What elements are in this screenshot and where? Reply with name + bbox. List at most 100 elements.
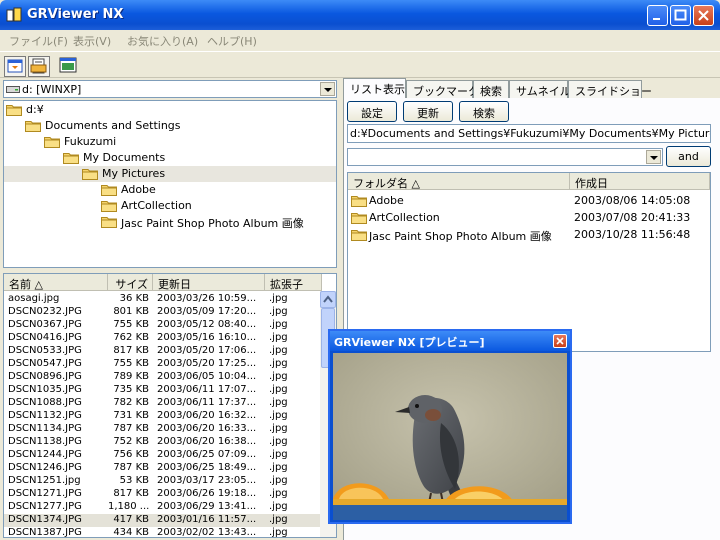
file-name: aosagi.jpg — [8, 293, 60, 304]
tree-node[interactable]: Jasc Paint Shop Photo Album 画像 — [4, 214, 336, 230]
file-row[interactable]: DSCN1271.JPG 817 KB 2003/06/26 19:18... .jp… — [4, 488, 322, 501]
file-modified: 2003/06/11 17:07... — [157, 384, 257, 395]
tree-view-button[interactable] — [4, 56, 26, 77]
title-bar[interactable]: GRViewer NX — [0, 0, 720, 30]
close-button[interactable] — [693, 5, 714, 26]
maximize-button[interactable] — [670, 5, 691, 26]
drive-select[interactable]: d: [WINXP] — [3, 80, 337, 98]
file-name: DSCN0232.JPG — [8, 306, 82, 317]
file-row[interactable]: DSCN0416.JPG 762 KB 2003/05/16 16:10... .jp… — [4, 332, 322, 345]
file-row[interactable]: DSCN0232.JPG 801 KB 2003/05/09 17:20... .jp… — [4, 306, 322, 319]
file-extension: .jpg — [269, 488, 288, 499]
file-modified: 2003/06/05 10:04... — [157, 371, 257, 382]
col-extension[interactable]: 拡張子 — [265, 274, 322, 291]
settings-button[interactable]: 設定 — [347, 101, 397, 122]
folder-icon — [351, 230, 367, 241]
tree-node[interactable]: Fukuzumi — [4, 134, 336, 150]
folder-name: Jasc Paint Shop Photo Album 画像 — [369, 230, 552, 243]
tab-list-view[interactable]: リスト表示 — [343, 78, 406, 99]
preview-title-bar[interactable]: GRViewer NX [プレビュー] — [330, 331, 570, 351]
file-list: 名前 △ サイズ 更新日 拡張子 aosagi.jpg 36 KB 2003/03/… — [3, 273, 337, 538]
menu-view[interactable]: 表示(V) — [73, 33, 111, 49]
tree-node-label: Documents and Settings — [45, 119, 181, 132]
chevron-down-icon[interactable] — [646, 150, 661, 164]
tree-node[interactable]: My Documents — [4, 150, 336, 166]
file-row[interactable]: DSCN1134.JPG 787 KB 2003/06/20 16:33... .jp… — [4, 423, 322, 436]
tree-node[interactable]: My Pictures — [4, 166, 336, 182]
tab-search[interactable]: 検索 — [473, 80, 509, 98]
tab-slideshow[interactable]: スライドショー — [568, 80, 652, 98]
menu-favorites[interactable]: お気に入り(A) — [127, 33, 198, 49]
minimize-icon — [653, 18, 660, 20]
tree-node[interactable]: Documents and Settings — [4, 118, 336, 134]
minimize-button[interactable] — [647, 5, 668, 26]
file-extension: .jpg — [269, 423, 288, 434]
file-modified: 2003/06/26 19:18... — [157, 488, 257, 499]
col-folder-name[interactable]: フォルダ名 △ — [348, 173, 570, 190]
col-name[interactable]: 名前 △ — [4, 274, 108, 291]
file-extension: .jpg — [269, 319, 288, 330]
file-row[interactable]: DSCN1251.jpg 53 KB 2003/03/17 23:05... .jpg — [4, 475, 322, 488]
refresh-button[interactable]: 更新 — [403, 101, 453, 122]
print-list-button[interactable] — [28, 56, 50, 77]
search-input[interactable] — [347, 148, 663, 166]
folder-row[interactable]: Adobe 2003/08/06 14:05:08 — [348, 192, 710, 209]
file-row[interactable]: DSCN1132.JPG 731 KB 2003/06/20 16:32... .jp… — [4, 410, 322, 423]
file-row[interactable]: DSCN1246.JPG 787 KB 2003/06/25 18:49... .jp… — [4, 462, 322, 475]
col-modified[interactable]: 更新日 — [153, 274, 265, 291]
file-row[interactable]: DSCN0533.JPG 817 KB 2003/05/20 17:06... .jp… — [4, 345, 322, 358]
file-row[interactable]: DSCN1374.JPG 417 KB 2003/01/16 11:57... .jp… — [4, 514, 322, 527]
folder-icon — [82, 169, 98, 180]
folder-icon — [6, 105, 22, 116]
file-size: 817 KB — [113, 345, 149, 356]
file-modified: 2003/05/20 17:25... — [157, 358, 257, 369]
tree-node[interactable]: d:¥ — [4, 102, 336, 118]
scroll-up-button[interactable] — [320, 291, 336, 308]
file-row[interactable]: DSCN1387.JPG 434 KB 2003/02/02 13:43... .jp… — [4, 527, 322, 537]
menu-file[interactable]: ファイル(F) — [9, 33, 68, 49]
folder-row[interactable]: Jasc Paint Shop Photo Album 画像 2003/10/28… — [348, 226, 710, 243]
drive-icon — [6, 86, 20, 93]
search-button[interactable]: 検索 — [459, 101, 509, 122]
file-name: DSCN1138.JPG — [8, 436, 82, 447]
folder-row[interactable]: ArtCollection 2003/07/08 20:41:33 — [348, 209, 710, 226]
tab-strip: リスト表示 ブックマーク 検索 サムネイル スライドショー — [343, 78, 720, 99]
file-row[interactable]: DSCN1035.JPG 735 KB 2003/06/11 17:07... .jp… — [4, 384, 322, 397]
tree-node-label: My Pictures — [102, 167, 166, 180]
file-row[interactable]: DSCN1138.JPG 752 KB 2003/06/20 16:38... .jp… — [4, 436, 322, 449]
tree-node[interactable]: ArtCollection — [4, 198, 336, 214]
file-extension: .jpg — [269, 384, 288, 395]
and-button[interactable]: and — [666, 146, 711, 167]
file-size: 755 KB — [113, 319, 149, 330]
col-size[interactable]: サイズ — [108, 274, 153, 291]
file-row[interactable]: DSCN1244.JPG 756 KB 2003/06/25 07:09... .jp… — [4, 449, 322, 462]
file-extension: .jpg — [269, 514, 288, 525]
tab-bookmarks[interactable]: ブックマーク — [406, 80, 479, 98]
col-created[interactable]: 作成日 — [570, 173, 710, 190]
print-list-icon — [30, 58, 47, 74]
folder-name: Adobe — [369, 194, 404, 207]
file-modified: 2003/03/17 23:05... — [157, 475, 257, 486]
file-row[interactable]: aosagi.jpg 36 KB 2003/03/26 10:59... .jpg — [4, 293, 322, 306]
file-row[interactable]: DSCN1277.JPG 1,180 ... 2003/06/29 13:41...… — [4, 501, 322, 514]
file-row[interactable]: DSCN1088.JPG 782 KB 2003/06/11 17:37... .jp… — [4, 397, 322, 410]
file-row[interactable]: DSCN0547.JPG 755 KB 2003/05/20 17:25... .jp… — [4, 358, 322, 371]
file-row[interactable]: DSCN0367.JPG 755 KB 2003/05/12 08:40... .jp… — [4, 319, 322, 332]
preview-window[interactable]: GRViewer NX [プレビュー] — [328, 329, 572, 524]
file-modified: 2003/06/20 16:33... — [157, 423, 257, 434]
chevron-down-icon[interactable] — [320, 82, 335, 96]
menu-help[interactable]: ヘルプ(H) — [207, 33, 257, 49]
preview-close-button[interactable] — [553, 334, 567, 348]
file-modified: 2003/06/29 13:41... — [157, 501, 257, 512]
file-name: DSCN0547.JPG — [8, 358, 82, 369]
tree-node-label: My Documents — [83, 151, 166, 164]
file-name: DSCN0896.JPG — [8, 371, 82, 382]
file-modified: 2003/01/16 11:57... — [157, 514, 257, 525]
tab-thumbnails[interactable]: サムネイル — [509, 80, 571, 98]
preview-window-button[interactable] — [58, 56, 80, 77]
close-icon — [698, 10, 709, 21]
file-row[interactable]: DSCN0896.JPG 789 KB 2003/06/05 10:04... .jp… — [4, 371, 322, 384]
file-size: 762 KB — [113, 332, 149, 343]
file-modified: 2003/03/26 10:59... — [157, 293, 257, 304]
tree-node[interactable]: Adobe — [4, 182, 336, 198]
